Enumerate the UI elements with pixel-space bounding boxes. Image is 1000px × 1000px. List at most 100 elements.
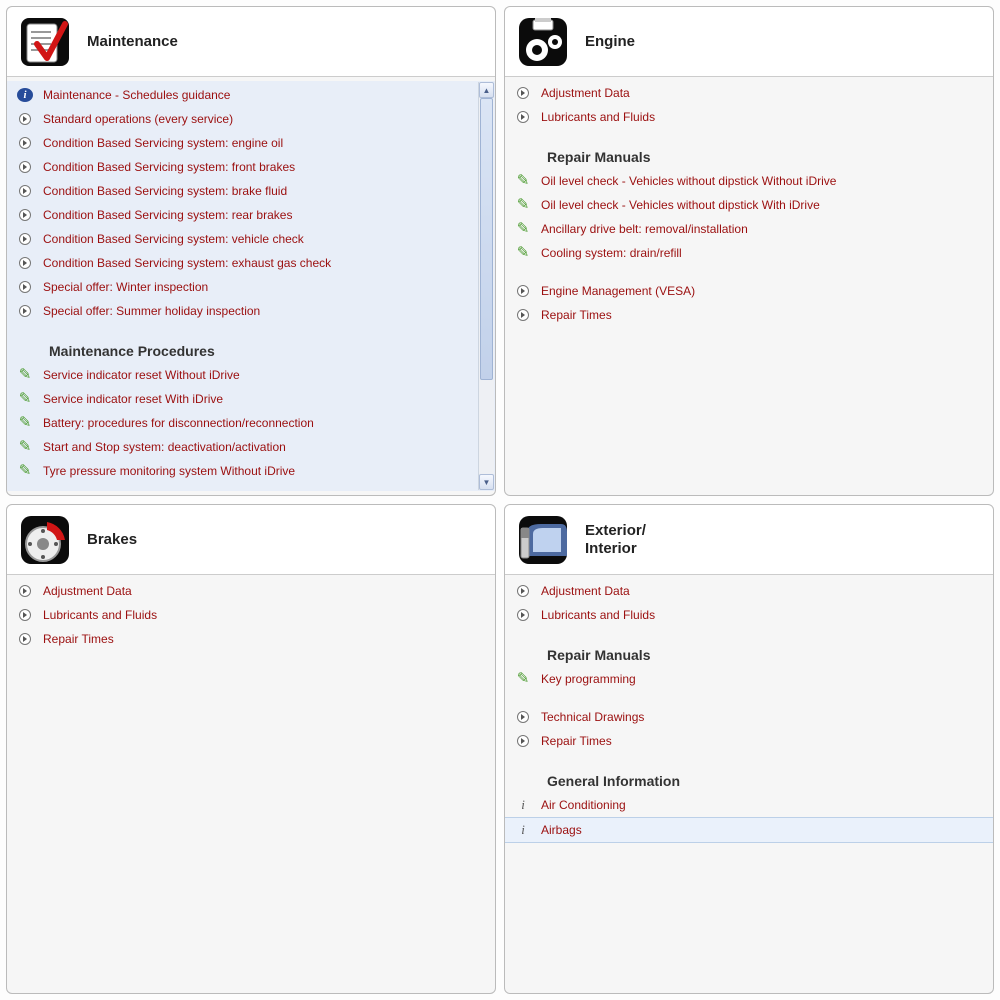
list-item-link[interactable]: Maintenance - Schedules guidance (43, 86, 230, 104)
list-item[interactable]: Adjustment Data (505, 81, 993, 105)
scroll-thumb[interactable] (480, 98, 493, 380)
list-item-link[interactable]: Repair Times (43, 630, 114, 648)
list-item-link[interactable]: Oil level check - Vehicles without dipst… (541, 172, 836, 190)
list-item-link[interactable]: Repair Times (541, 732, 612, 750)
arrow-icon (17, 631, 33, 647)
list-item-link[interactable]: Special offer: Winter inspection (43, 278, 208, 296)
list-item[interactable]: Lubricants and Fluids (7, 603, 495, 627)
list-item[interactable]: Special offer: Winter inspection (7, 275, 475, 299)
list-item[interactable]: Condition Based Servicing system: rear b… (7, 203, 475, 227)
list-item[interactable]: Airbags (505, 817, 993, 843)
panel-title: Engine (585, 33, 635, 51)
list-item-link[interactable]: Special offer: Summer holiday inspection (43, 302, 260, 320)
list-item[interactable]: Maintenance - Schedules guidance (7, 83, 475, 107)
list-item-link[interactable]: Adjustment Data (541, 582, 630, 600)
list-item-link[interactable]: Ancillary drive belt: removal/installati… (541, 220, 748, 238)
exterior-interior-icon (515, 512, 571, 568)
list-item-link[interactable]: Adjustment Data (43, 582, 132, 600)
list-item-link[interactable]: Oil level check - Vehicles without dipst… (541, 196, 820, 214)
arrow-icon (515, 109, 531, 125)
list-item[interactable]: Repair Times (505, 729, 993, 753)
list-item[interactable]: Condition Based Servicing system: front … (7, 155, 475, 179)
list-item-link[interactable]: Condition Based Servicing system: front … (43, 158, 295, 176)
arrow-icon (17, 135, 33, 151)
list-item[interactable]: Engine Management (VESA) (505, 279, 993, 303)
panel-body-brakes: Adjustment Data Lubricants and Fluids Repa… (7, 575, 495, 993)
engine-items: Adjustment Data Lubricants and Fluids (505, 81, 993, 129)
section-heading: Repair Manuals (505, 627, 993, 667)
arrow-icon (515, 85, 531, 101)
list-item-link[interactable]: Service indicator reset With iDrive (43, 390, 223, 408)
list-item-link[interactable]: Cooling system: drain/refill (541, 244, 682, 262)
list-item[interactable]: Service indicator reset With iDrive (7, 387, 475, 411)
list-item[interactable]: Start and Stop system: deactivation/acti… (7, 435, 475, 459)
scroll-track[interactable] (479, 98, 494, 474)
list-item[interactable]: Key programming (505, 667, 993, 691)
list-item-link[interactable]: Condition Based Servicing system: rear b… (43, 206, 292, 224)
arrow-icon (17, 607, 33, 623)
scroll-down-button[interactable]: ▼ (479, 474, 494, 490)
list-item[interactable]: Tyre pressure monitoring system Without … (7, 459, 475, 483)
maintenance-scroll-region: Maintenance - Schedules guidance Standard… (7, 81, 495, 491)
list-item-link[interactable]: Condition Based Servicing system: engine… (43, 134, 283, 152)
exterior-more: Technical Drawings Repair Times (505, 705, 993, 753)
engine-manuals: Oil level check - Vehicles without dipst… (505, 169, 993, 265)
list-item[interactable]: Technical Drawings (505, 705, 993, 729)
list-item[interactable]: Adjustment Data (505, 579, 993, 603)
list-item[interactable]: Condition Based Servicing system: engine… (7, 131, 475, 155)
arrow-icon (17, 303, 33, 319)
wrench-icon (515, 173, 531, 189)
list-item-link[interactable]: Airbags (541, 821, 582, 839)
list-item[interactable]: Repair Times (505, 303, 993, 327)
list-item-link[interactable]: Start and Stop system: deactivation/acti… (43, 438, 286, 456)
list-item-link[interactable]: Battery: procedures for disconnection/re… (43, 414, 314, 432)
brakes-items: Adjustment Data Lubricants and Fluids Repa… (7, 579, 495, 651)
list-item-link[interactable]: Lubricants and Fluids (541, 606, 655, 624)
list-item[interactable]: Service indicator reset Without iDrive (7, 363, 475, 387)
wrench-icon (515, 221, 531, 237)
list-item-link[interactable]: Condition Based Servicing system: vehicl… (43, 230, 304, 248)
list-item[interactable]: Condition Based Servicing system: brake … (7, 179, 475, 203)
list-item-link[interactable]: Air Conditioning (541, 796, 626, 814)
scrollbar[interactable]: ▲ ▼ (478, 82, 494, 490)
list-item[interactable]: Battery: procedures for disconnection/re… (7, 411, 475, 435)
list-item[interactable]: Oil level check - Vehicles without dipst… (505, 169, 993, 193)
list-item-link[interactable]: Repair Times (541, 306, 612, 324)
wrench-icon (515, 197, 531, 213)
list-item-link[interactable]: Engine Management (VESA) (541, 282, 695, 300)
list-item[interactable]: Cooling system: drain/refill (505, 241, 993, 265)
info-italic-icon (515, 797, 531, 813)
arrow-icon (17, 583, 33, 599)
list-item-link[interactable]: Lubricants and Fluids (541, 108, 655, 126)
list-item[interactable]: Lubricants and Fluids (505, 105, 993, 129)
arrow-icon (515, 607, 531, 623)
list-item[interactable]: Oil level check - Vehicles without dipst… (505, 193, 993, 217)
list-item[interactable]: Adjustment Data (7, 579, 495, 603)
list-item-link[interactable]: Standard operations (every service) (43, 110, 233, 128)
list-item-link[interactable]: Tyre pressure monitoring system Without … (43, 462, 295, 480)
list-item-link[interactable]: Lubricants and Fluids (43, 606, 157, 624)
arrow-icon (515, 583, 531, 599)
list-item[interactable]: Special offer: Summer holiday inspection (7, 299, 475, 323)
list-item[interactable]: Condition Based Servicing system: exhaus… (7, 251, 475, 275)
wrench-icon (515, 245, 531, 261)
list-item-link[interactable]: Adjustment Data (541, 84, 630, 102)
list-item[interactable]: Lubricants and Fluids (505, 603, 993, 627)
list-item[interactable]: Condition Based Servicing system: vehicl… (7, 227, 475, 251)
list-item[interactable]: Air Conditioning (505, 793, 993, 817)
list-item-link[interactable]: Condition Based Servicing system: exhaus… (43, 254, 331, 272)
list-item[interactable]: Standard operations (every service) (7, 107, 475, 131)
list-item-link[interactable]: Condition Based Servicing system: brake … (43, 182, 287, 200)
list-item-link[interactable]: Key programming (541, 670, 636, 688)
list-item-link[interactable]: Service indicator reset Without iDrive (43, 366, 240, 384)
panel-brakes: Brakes Adjustment DataLubricants and Flu… (6, 504, 496, 994)
section-heading: General Information (505, 753, 993, 793)
list-item[interactable]: Ancillary drive belt: removal/installati… (505, 217, 993, 241)
list-item-link[interactable]: Technical Drawings (541, 708, 644, 726)
scroll-up-button[interactable]: ▲ (479, 82, 494, 98)
panel-body-maintenance: Maintenance - Schedules guidance Standard… (7, 77, 495, 495)
wrench-icon (17, 439, 33, 455)
panel-body-engine: Adjustment Data Lubricants and Fluids Rep… (505, 77, 993, 495)
list-item[interactable]: Repair Times (7, 627, 495, 651)
exterior-general: Air Conditioning Airbags (505, 793, 993, 843)
